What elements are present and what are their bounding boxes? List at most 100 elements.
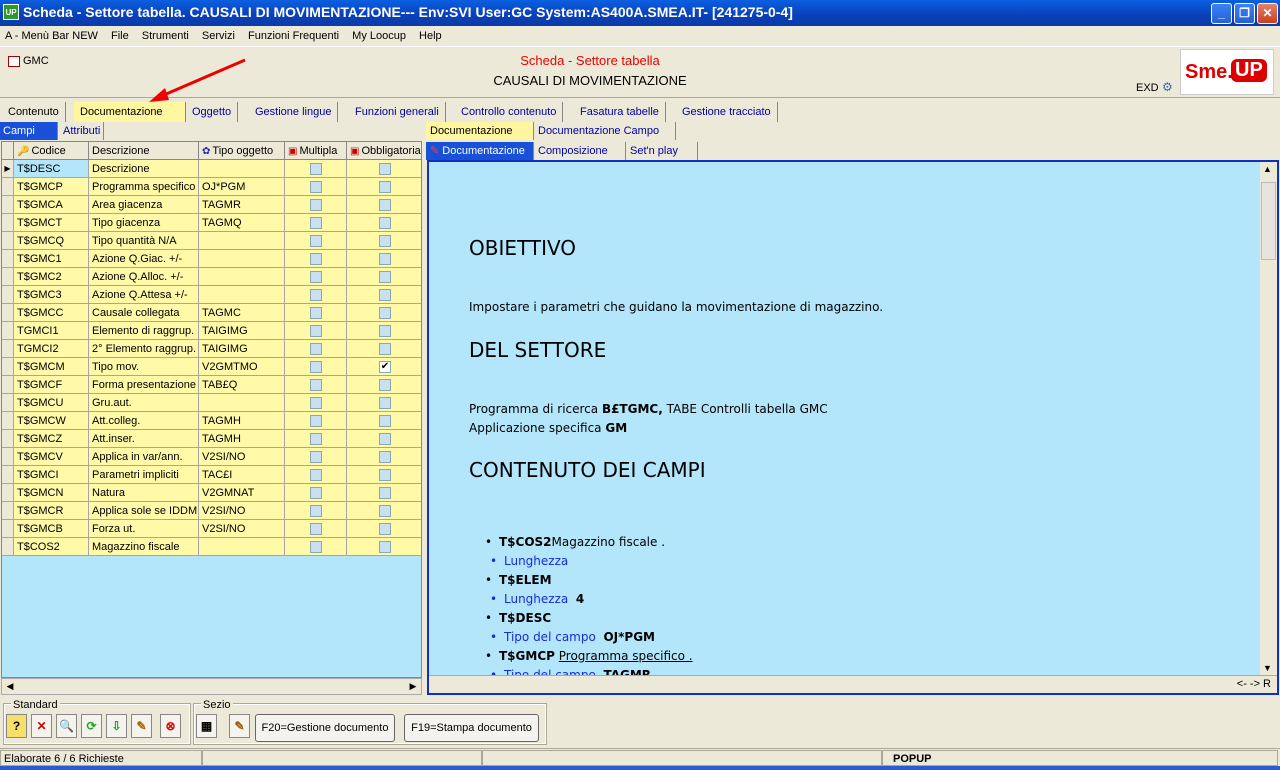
cell-tipo-oggetto[interactable]: TAB£Q — [199, 376, 285, 394]
multipla-checkbox[interactable] — [310, 163, 322, 175]
cell-tipo-oggetto[interactable]: TAGMQ — [199, 214, 285, 232]
cell-obbligatoria[interactable] — [347, 178, 421, 196]
cell-multipla[interactable] — [285, 286, 347, 304]
cell-tipo-oggetto[interactable]: TAGMH — [199, 430, 285, 448]
cell-descrizione[interactable]: Azione Q.Giac. +/- — [89, 250, 199, 268]
cell-multipla[interactable] — [285, 214, 347, 232]
cell-multipla[interactable] — [285, 466, 347, 484]
cell-obbligatoria[interactable] — [347, 232, 421, 250]
cell-tipo-oggetto[interactable] — [199, 160, 285, 178]
cell-descrizione[interactable]: Applica sole se IDDM — [89, 502, 199, 520]
table-row[interactable]: T$GMCW Att.colleg. TAGMH — [2, 412, 421, 430]
cell-tipo-oggetto[interactable]: TAIGIMG — [199, 322, 285, 340]
cell-codice[interactable]: T$GMCZ — [14, 430, 89, 448]
multipla-checkbox[interactable] — [310, 469, 322, 481]
cell-tipo-oggetto[interactable]: V2SI/NO — [199, 520, 285, 538]
cell-codice[interactable]: T$GMC1 — [14, 250, 89, 268]
multipla-checkbox[interactable] — [310, 505, 322, 517]
cell-multipla[interactable] — [285, 340, 347, 358]
cell-codice[interactable]: T$GMCM — [14, 358, 89, 376]
multipla-checkbox[interactable] — [310, 361, 322, 373]
minimize-button[interactable]: _ — [1211, 3, 1232, 24]
cell-codice[interactable]: T$GMC2 — [14, 268, 89, 286]
scroll-thumb[interactable] — [1261, 182, 1276, 260]
cell-codice[interactable]: T$GMCU — [14, 394, 89, 412]
cell-codice[interactable]: T$GMCQ — [14, 232, 89, 250]
cell-tipo-oggetto[interactable]: TAGMC — [199, 304, 285, 322]
cell-multipla[interactable] — [285, 394, 347, 412]
cell-obbligatoria[interactable] — [347, 196, 421, 214]
cell-obbligatoria[interactable] — [347, 448, 421, 466]
obbligatoria-checkbox[interactable] — [379, 163, 391, 175]
cell-codice[interactable]: T$DESC — [14, 160, 89, 178]
cell-obbligatoria[interactable] — [347, 160, 421, 178]
cell-obbligatoria[interactable] — [347, 412, 421, 430]
restore-button[interactable]: ❐ — [1234, 3, 1255, 24]
cancel-icon[interactable]: ✕ — [31, 714, 52, 738]
cell-obbligatoria[interactable] — [347, 304, 421, 322]
cell-multipla[interactable] — [285, 160, 347, 178]
close-button[interactable]: ✕ — [1257, 3, 1278, 24]
cell-obbligatoria[interactable] — [347, 268, 421, 286]
menu-help[interactable]: Help — [414, 26, 447, 46]
cell-descrizione[interactable]: Causale collegata — [89, 304, 199, 322]
cell-tipo-oggetto[interactable] — [199, 286, 285, 304]
table-row[interactable]: T$GMCA Area giacenza TAGMR — [2, 196, 421, 214]
cell-multipla[interactable] — [285, 448, 347, 466]
table-row[interactable]: ▶ T$DESC Descrizione — [2, 160, 421, 178]
cell-multipla[interactable] — [285, 196, 347, 214]
tab-composizione[interactable]: Composizione — [534, 142, 626, 160]
cell-codice[interactable]: T$GMCT — [14, 214, 89, 232]
cell-descrizione[interactable]: Applica in var/ann. — [89, 448, 199, 466]
cell-obbligatoria[interactable] — [347, 286, 421, 304]
cell-obbligatoria[interactable] — [347, 520, 421, 538]
cell-obbligatoria[interactable] — [347, 340, 421, 358]
col-multipla[interactable]: ▣ Multipla — [285, 142, 347, 160]
multipla-checkbox[interactable] — [310, 541, 322, 553]
multipla-checkbox[interactable] — [310, 379, 322, 391]
stop-icon[interactable]: ⊗ — [160, 714, 181, 738]
obbligatoria-checkbox[interactable] — [379, 523, 391, 535]
multipla-checkbox[interactable] — [310, 397, 322, 409]
cell-tipo-oggetto[interactable] — [199, 232, 285, 250]
edit-doc-icon[interactable]: ✎ — [229, 714, 250, 738]
obbligatoria-checkbox[interactable] — [379, 415, 391, 427]
table-row[interactable]: T$GMCV Applica in var/ann. V2SI/NO — [2, 448, 421, 466]
cell-descrizione[interactable]: Tipo giacenza — [89, 214, 199, 232]
col-tipo-oggetto[interactable]: ✿ Tipo oggetto — [199, 142, 285, 160]
obbligatoria-checkbox[interactable] — [379, 469, 391, 481]
cell-codice[interactable]: T$GMCI — [14, 466, 89, 484]
cell-obbligatoria[interactable]: ✔ — [347, 358, 421, 376]
cell-obbligatoria[interactable] — [347, 250, 421, 268]
multipla-checkbox[interactable] — [310, 343, 322, 355]
obbligatoria-checkbox[interactable] — [379, 307, 391, 319]
cell-codice[interactable]: T$GMCF — [14, 376, 89, 394]
cell-codice[interactable]: TGMCI1 — [14, 322, 89, 340]
multipla-checkbox[interactable] — [310, 433, 322, 445]
cell-tipo-oggetto[interactable]: V2SI/NO — [199, 502, 285, 520]
tab-documentazione-doc[interactable]: ✎ Documentazione — [426, 142, 534, 160]
table-row[interactable]: T$GMCR Applica sole se IDDM V2SI/NO — [2, 502, 421, 520]
doc-nav[interactable]: <- -> R — [1237, 678, 1271, 690]
table-row[interactable]: T$GMC1 Azione Q.Giac. +/- — [2, 250, 421, 268]
multipla-checkbox[interactable] — [310, 325, 322, 337]
cell-descrizione[interactable]: Tipo mov. — [89, 358, 199, 376]
grid-view-icon[interactable]: ▦ — [196, 714, 217, 738]
cell-descrizione[interactable]: Magazzino fiscale — [89, 538, 199, 556]
cell-tipo-oggetto[interactable] — [199, 268, 285, 286]
obbligatoria-checkbox[interactable] — [379, 343, 391, 355]
multipla-checkbox[interactable] — [310, 451, 322, 463]
obbligatoria-checkbox[interactable] — [379, 325, 391, 337]
cell-codice[interactable]: T$COS2 — [14, 538, 89, 556]
table-row[interactable]: T$GMCU Gru.aut. — [2, 394, 421, 412]
cell-descrizione[interactable]: Elemento di raggrup. — [89, 322, 199, 340]
tab-documentazione-campo[interactable]: Documentazione Campo — [534, 122, 676, 140]
cell-obbligatoria[interactable] — [347, 394, 421, 412]
cell-obbligatoria[interactable] — [347, 322, 421, 340]
table-row[interactable]: TGMCI2 2° Elemento raggrup. TAIGIMG — [2, 340, 421, 358]
col-obbligatoria[interactable]: ▣ Obbligatoria — [347, 142, 421, 160]
table-row[interactable]: T$GMC2 Azione Q.Alloc. +/- — [2, 268, 421, 286]
obbligatoria-checkbox[interactable] — [379, 487, 391, 499]
multipla-checkbox[interactable] — [310, 523, 322, 535]
cell-codice[interactable]: T$GMCW — [14, 412, 89, 430]
